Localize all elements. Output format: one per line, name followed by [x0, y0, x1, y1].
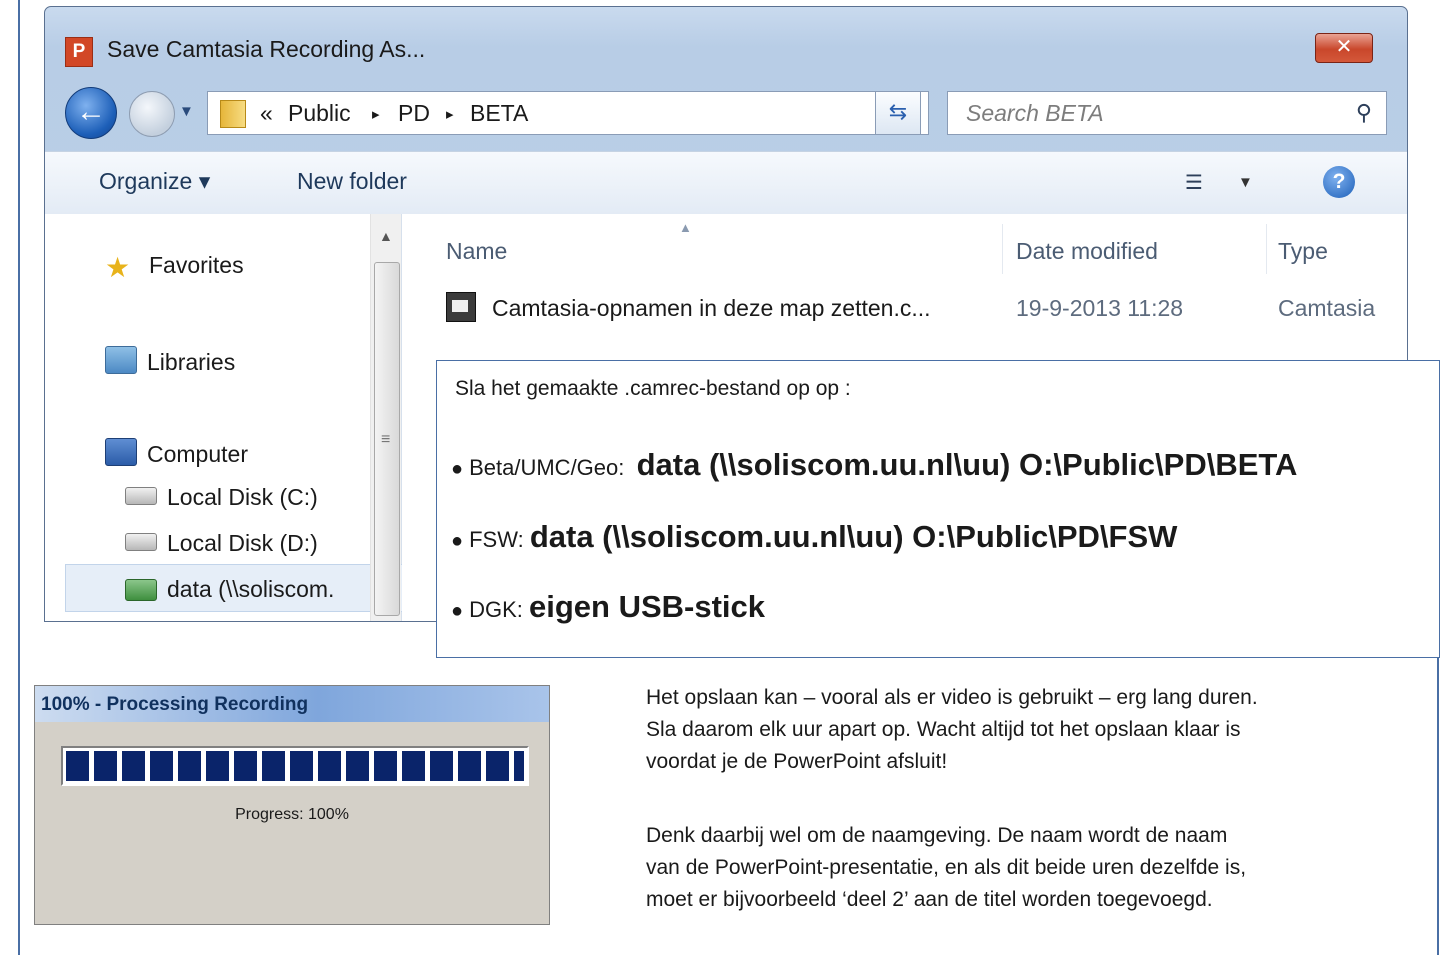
search-icon[interactable]: ⚲: [1356, 100, 1372, 126]
bullet-label: Beta/UMC/Geo:: [469, 455, 625, 480]
nav-item-local-disk-d[interactable]: Local Disk (D:): [125, 530, 318, 557]
bullet-icon: ●: [451, 530, 464, 552]
forward-button[interactable]: [129, 91, 175, 137]
location-bullet-fsw: ● FSW: data (\\soliscom.uu.nl\uu) O:\Publ…: [451, 519, 1177, 555]
explanation-line: moet er bijvoorbeeld ‘deel 2’ aan de tit…: [646, 888, 1213, 911]
nav-label: Favorites: [149, 252, 244, 278]
location-bullet-dgk: ● DGK: eigen USB-stick: [451, 589, 765, 625]
file-date: 19-9-2013 11:28: [1016, 295, 1184, 321]
breadcrumb-separator[interactable]: ▸: [446, 105, 454, 123]
nav-item-local-disk-c[interactable]: Local Disk (C:): [125, 484, 318, 511]
nav-label: Local Disk (C:): [167, 484, 318, 510]
navigation-row: ← ▼ « Public ▸ PD ▸ BETA ▼ ⇆ Search BETA…: [45, 87, 1407, 141]
bullet-path: data (\\soliscom.uu.nl\uu) O:\Public\PD\…: [636, 447, 1298, 482]
title-bar: P Save Camtasia Recording As... ✕: [45, 7, 1407, 85]
explanation-paragraph-2: Denk daarbij wel om de naamgeving. De na…: [646, 820, 1426, 916]
bullet-icon: ●: [451, 600, 464, 622]
progress-bar-fill: [66, 751, 524, 781]
network-drive-icon: [125, 579, 157, 601]
star-icon: ★: [105, 252, 131, 283]
nav-label: Computer: [147, 441, 248, 467]
frame-right-line: [1437, 650, 1439, 955]
nav-item-libraries[interactable]: Libraries: [105, 346, 235, 376]
scrollbar-thumb[interactable]: ≡: [374, 262, 400, 616]
dialog-title: Save Camtasia Recording As...: [107, 36, 426, 62]
explanation-line: Denk daarbij wel om de naamgeving. De na…: [646, 824, 1228, 847]
back-button[interactable]: ←: [65, 87, 117, 139]
explanation-line: voordat je de PowerPoint afsluit!: [646, 750, 948, 773]
breadcrumb-beta[interactable]: BETA: [470, 100, 528, 127]
camtasia-file-icon: [446, 292, 476, 322]
sort-ascending-icon: ▲: [679, 220, 692, 235]
nav-label: data (\\soliscom.: [167, 576, 335, 602]
search-input[interactable]: Search BETA ⚲: [947, 91, 1387, 135]
frame-left-line: [18, 0, 20, 955]
column-divider[interactable]: [1266, 224, 1267, 274]
progress-label: Progress: 100%: [235, 806, 349, 823]
search-placeholder: Search BETA: [966, 100, 1104, 126]
processing-title-bar: 100% - Processing Recording: [35, 686, 549, 722]
folder-icon: [220, 100, 246, 128]
explanation-paragraph-1: Het opslaan kan – vooral als er video is…: [646, 682, 1426, 778]
nav-item-favorites[interactable]: ★ Favorites: [105, 252, 244, 283]
powerpoint-icon: P: [65, 37, 93, 67]
column-header-type[interactable]: Type: [1278, 238, 1328, 265]
file-name: Camtasia-opnamen in deze map zetten.c...: [492, 295, 931, 321]
progress-bar: [61, 746, 529, 786]
nav-item-computer[interactable]: Computer: [105, 438, 248, 468]
breadcrumb-separator[interactable]: ▸: [372, 105, 380, 123]
bullet-path: data (\\soliscom.uu.nl\uu) O:\Public\PD\…: [529, 519, 1178, 554]
organize-button[interactable]: Organize ▾: [99, 168, 210, 195]
view-options-icon[interactable]: ☰: [1185, 170, 1203, 195]
libraries-icon: [105, 346, 137, 374]
processing-title: 100% - Processing Recording: [41, 694, 309, 715]
bullet-label: DGK:: [469, 597, 523, 622]
scroll-up-icon[interactable]: ▲: [379, 228, 393, 244]
explanation-line: Het opslaan kan – vooral als er video is…: [646, 686, 1258, 709]
refresh-icon[interactable]: ⇆: [875, 91, 921, 135]
nav-label: Local Disk (D:): [167, 530, 318, 556]
local-disk-icon: [125, 533, 157, 551]
nav-label: Libraries: [147, 349, 236, 375]
callout-intro: Sla het gemaakte .camrec-bestand op op :: [455, 377, 851, 400]
breadcrumb-public[interactable]: Public: [288, 100, 351, 127]
processing-window: 100% - Processing Recording Progress: 10…: [34, 685, 550, 925]
file-type: Camtasia: [1278, 295, 1376, 321]
column-header-date-modified[interactable]: Date modified: [1016, 238, 1158, 265]
recent-pages-dropdown[interactable]: ▼: [179, 103, 194, 120]
command-bar: Organize ▾ New folder ☰ ▼ ?: [45, 151, 1407, 215]
nav-scrollbar[interactable]: ▲ ≡: [370, 214, 401, 621]
new-folder-button[interactable]: New folder: [297, 168, 407, 195]
help-icon[interactable]: ?: [1323, 166, 1355, 198]
explanation-line: Sla daarom elk uur apart op. Wacht altij…: [646, 718, 1241, 741]
breadcrumb-pd[interactable]: PD: [398, 100, 430, 127]
save-location-callout: Sla het gemaakte .camrec-bestand op op :…: [436, 360, 1440, 658]
breadcrumb-overflow[interactable]: «: [260, 100, 273, 127]
location-bullet-beta: ● Beta/UMC/Geo: data (\\soliscom.uu.nl\uu…: [451, 447, 1297, 483]
nav-item-network-drive[interactable]: data (\\soliscom.: [125, 576, 334, 603]
bullet-icon: ●: [451, 458, 464, 480]
column-header-name[interactable]: Name: [446, 238, 507, 265]
local-disk-icon: [125, 487, 157, 505]
bullet-label: FSW:: [469, 527, 524, 552]
column-divider[interactable]: [1002, 224, 1003, 274]
navigation-pane: ★ Favorites Libraries Computer Local Disk…: [45, 214, 403, 621]
computer-icon: [105, 438, 137, 466]
view-dropdown-icon[interactable]: ▼: [1238, 174, 1253, 191]
file-row[interactable]: Camtasia-opnamen in deze map zetten.c...…: [402, 284, 1407, 330]
bullet-path: eigen USB-stick: [529, 589, 766, 624]
close-button[interactable]: ✕: [1315, 33, 1373, 63]
address-bar[interactable]: « Public ▸ PD ▸ BETA ▼: [207, 91, 929, 135]
grip-icon: ≡: [381, 431, 391, 448]
explanation-line: van de PowerPoint-presentatie, en als di…: [646, 856, 1247, 879]
